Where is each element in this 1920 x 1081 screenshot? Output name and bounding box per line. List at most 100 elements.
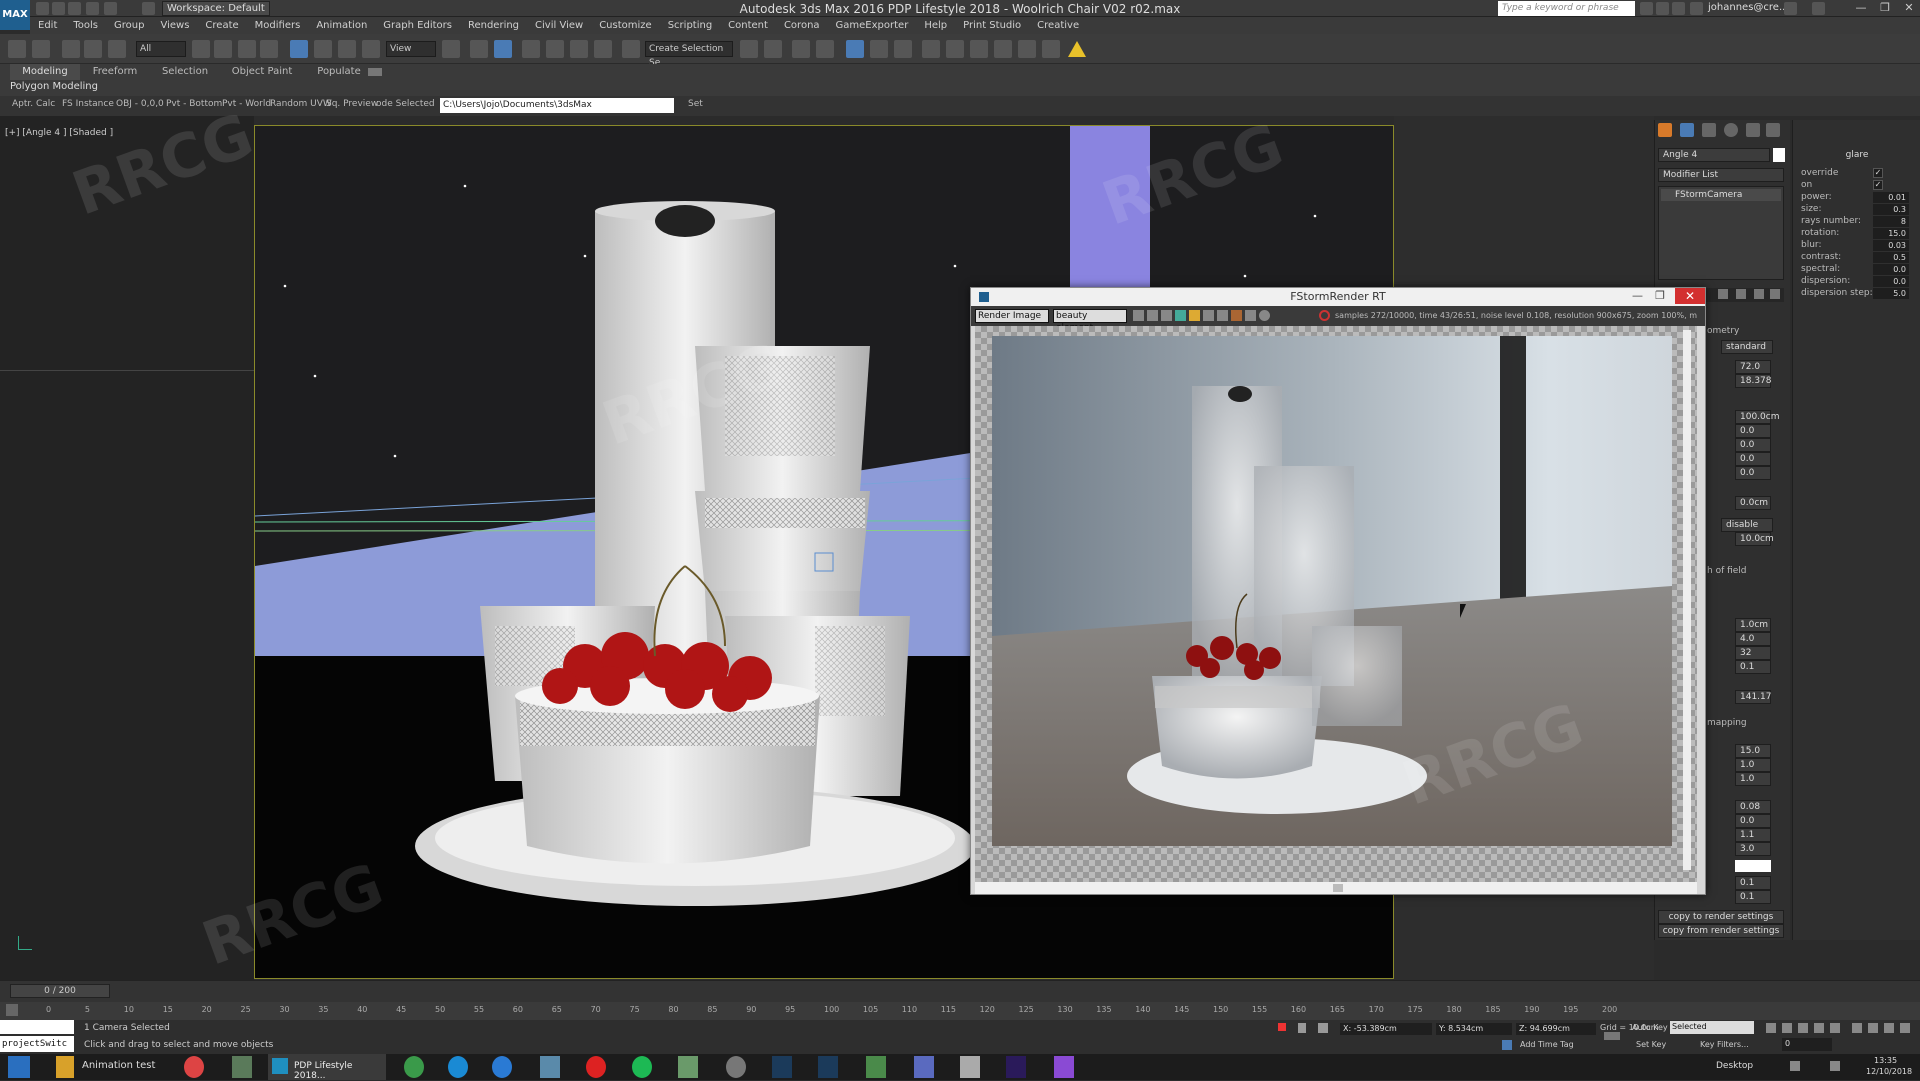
- close-button[interactable]: ✕: [1896, 0, 1920, 17]
- unlink-icon[interactable]: [84, 40, 102, 58]
- menu-create[interactable]: Create: [197, 17, 246, 34]
- window-crossing-icon[interactable]: [260, 40, 278, 58]
- lock-selection-icon[interactable]: [1298, 1023, 1306, 1033]
- script-button[interactable]: Pvt - World: [222, 99, 271, 109]
- binoculars-icon[interactable]: [1640, 2, 1653, 15]
- dof-rollout-header[interactable]: h of field: [1707, 566, 1747, 576]
- add-time-tag-button[interactable]: Add Time Tag: [1520, 1040, 1574, 1049]
- material-editor-icon[interactable]: [894, 40, 912, 58]
- clone-window-icon[interactable]: [1161, 310, 1172, 321]
- taskbar-app-icon[interactable]: [540, 1056, 560, 1078]
- user-icon[interactable]: [1690, 2, 1703, 15]
- display-tab-icon[interactable]: [1746, 123, 1760, 137]
- minimize-button[interactable]: —: [1848, 0, 1874, 17]
- near-clip-field[interactable]: 0.0cm: [1735, 496, 1771, 510]
- time-slider[interactable]: 0 / 200: [0, 980, 1920, 1002]
- x-coordinate-field[interactable]: X: -53.389cm: [1340, 1023, 1432, 1035]
- copy-image-icon[interactable]: [1147, 310, 1158, 321]
- viewport-label[interactable]: [+] [Angle 4 ] [Shaded ]: [5, 128, 113, 138]
- save-file-icon[interactable]: [68, 2, 81, 15]
- menu-help[interactable]: Help: [916, 17, 955, 34]
- copy-from-render-settings-button[interactable]: copy from render settings: [1658, 924, 1784, 938]
- dof-focus-field[interactable]: 1.0cm: [1735, 618, 1771, 632]
- angle-snap-icon[interactable]: [546, 40, 564, 58]
- dof-aperture-field[interactable]: 4.0: [1735, 632, 1771, 646]
- spotify-icon[interactable]: [632, 1056, 652, 1078]
- track-bar[interactable]: 0 5 10 15 20 25 30 35 40 45 50 55 60 65 70 75 80 85 90 95 10…: [0, 1002, 1920, 1020]
- taskbar-folder-label[interactable]: Animation test: [82, 1060, 155, 1071]
- glare-param-field[interactable]: 0.01: [1873, 192, 1909, 203]
- snap-3d-icon[interactable]: [522, 40, 540, 58]
- glare-param-field[interactable]: 0.3: [1873, 204, 1909, 215]
- object-name-field[interactable]: Angle 4: [1658, 148, 1770, 162]
- scroll-thumb[interactable]: [1333, 884, 1343, 892]
- open-file-icon[interactable]: [52, 2, 65, 15]
- render-fstorm-icon[interactable]: [1042, 40, 1060, 58]
- tab-freeform[interactable]: Freeform: [80, 64, 150, 80]
- rendered-frame-window-icon[interactable]: [946, 40, 964, 58]
- key-filters-button[interactable]: Key Filters...: [1700, 1040, 1749, 1049]
- ref-coord-dropdown[interactable]: View: [386, 41, 436, 57]
- favorites-star-icon[interactable]: [1672, 2, 1685, 15]
- clipping-mode-dropdown[interactable]: disable: [1721, 518, 1773, 532]
- bind-spacewarp-icon[interactable]: [108, 40, 126, 58]
- goto-start-icon[interactable]: [1766, 1023, 1776, 1033]
- menu-views[interactable]: Views: [152, 17, 197, 34]
- menu-rendering[interactable]: Rendering: [460, 17, 527, 34]
- dof-blades-field[interactable]: 32: [1735, 646, 1771, 660]
- align-icon[interactable]: [764, 40, 782, 58]
- warning-icon[interactable]: [1068, 41, 1086, 57]
- modifier-stack[interactable]: FStormCamera: [1658, 186, 1784, 280]
- select-object-icon[interactable]: [192, 40, 210, 58]
- color-swatch[interactable]: [1735, 860, 1771, 872]
- network-icon[interactable]: [1790, 1061, 1800, 1071]
- tilt-field[interactable]: 0.0: [1735, 452, 1771, 466]
- render-minimize-button[interactable]: —: [1632, 289, 1643, 302]
- glare-param-field[interactable]: 0.0: [1873, 264, 1909, 275]
- taskbar-app-icon[interactable]: [678, 1056, 698, 1078]
- taskbar-app-icon[interactable]: [404, 1056, 424, 1078]
- glare-param-field[interactable]: 15.0: [1873, 228, 1909, 239]
- user-name[interactable]: johannes@cre...: [1708, 2, 1788, 13]
- zoom-icon[interactable]: [1884, 1023, 1894, 1033]
- copy-to-render-settings-button[interactable]: copy to render settings: [1658, 910, 1784, 924]
- maxscript-listener[interactable]: [0, 1020, 74, 1034]
- mapping-rollout-header[interactable]: mapping: [1707, 718, 1747, 728]
- exchange-icon[interactable]: [1784, 2, 1797, 15]
- absolute-mode-icon[interactable]: [1318, 1023, 1328, 1033]
- y-coordinate-field[interactable]: Y: 8.534cm: [1436, 1023, 1512, 1035]
- mirror-icon[interactable]: [740, 40, 758, 58]
- after-effects-icon[interactable]: [1006, 1056, 1026, 1078]
- script-button[interactable]: Pvt - Bottom: [166, 99, 222, 109]
- mapping-field-3[interactable]: 1.0: [1735, 772, 1771, 786]
- keyboard-shortcut-toggle-icon[interactable]: [494, 40, 512, 58]
- file-explorer-icon[interactable]: [56, 1056, 74, 1078]
- prev-frame-icon[interactable]: [1782, 1023, 1792, 1033]
- mapping-field-5[interactable]: 0.0: [1735, 814, 1771, 828]
- dof-rotation-field[interactable]: 0.1: [1735, 660, 1771, 674]
- pan-view-icon[interactable]: [1852, 1023, 1862, 1033]
- settings-icon[interactable]: [1259, 310, 1270, 321]
- glare-header[interactable]: glare: [1793, 150, 1920, 160]
- time-slider-thumb[interactable]: 0 / 200: [10, 984, 110, 998]
- shift-x-field[interactable]: 0.0: [1735, 424, 1771, 438]
- chrome-icon[interactable]: [184, 1056, 204, 1078]
- toggle-ribbon-icon[interactable]: [816, 40, 834, 58]
- xbox-icon[interactable]: [866, 1056, 886, 1078]
- named-selection-dropdown[interactable]: Create Selection Se: [645, 41, 733, 68]
- windows-start-icon[interactable]: [8, 1056, 30, 1078]
- mapping-field-4[interactable]: 0.08: [1735, 800, 1771, 814]
- edit-named-selection-icon[interactable]: [622, 40, 640, 58]
- ribbon-toggle-icon[interactable]: [368, 68, 382, 76]
- geometry-rollout-header[interactable]: ometry: [1707, 326, 1739, 336]
- undo-icon[interactable]: [8, 40, 26, 58]
- stack-item-fstormcamera[interactable]: FStormCamera: [1661, 189, 1781, 201]
- project-path-field[interactable]: C:\Users\Jojo\Documents\3dsMax: [440, 98, 674, 113]
- help-icon[interactable]: [1812, 2, 1825, 15]
- mapping-field-2[interactable]: 1.0: [1735, 758, 1771, 772]
- select-manipulate-icon[interactable]: [470, 40, 488, 58]
- modifier-list-dropdown[interactable]: Modifier List: [1658, 168, 1784, 182]
- mapping-field-1[interactable]: 15.0: [1735, 744, 1771, 758]
- maxscript-input[interactable]: projectSwitc: [0, 1036, 74, 1052]
- skype-icon[interactable]: [448, 1056, 468, 1078]
